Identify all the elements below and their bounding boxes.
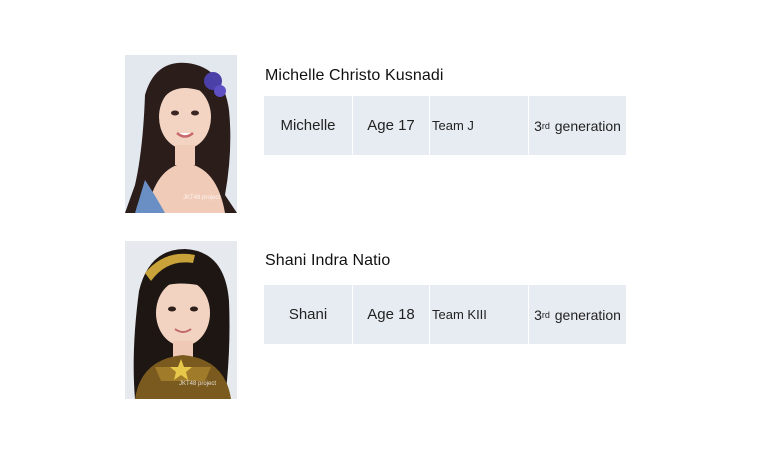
- portrait-image: [125, 241, 237, 399]
- generation-number: 3: [534, 117, 542, 134]
- generation-label: generation: [554, 306, 621, 323]
- member-photo: JKT48 project: [125, 241, 237, 399]
- member-photo: JKT48 project: [125, 55, 237, 213]
- age-cell: Age 17: [353, 96, 430, 155]
- nickname-cell: Shani: [264, 285, 353, 344]
- team-cell: Team J: [430, 96, 529, 155]
- member-full-name: Shani Indra Natio: [265, 252, 391, 269]
- age-cell: Age 18: [353, 285, 430, 344]
- generation-label: generation: [554, 117, 621, 134]
- photo-watermark: JKT48 project: [179, 381, 217, 387]
- member-info-row: Michelle Age 17 Team J 3rd generation: [264, 96, 626, 155]
- generation-number: 3: [534, 306, 542, 323]
- generation-cell: 3rd generation: [529, 96, 626, 155]
- generation-suffix: rd: [541, 120, 550, 131]
- member-info-row: Shani Age 18 Team KIII 3rd generation: [264, 285, 626, 344]
- generation-suffix: rd: [541, 309, 550, 320]
- team-cell: Team KIII: [430, 285, 529, 344]
- member-full-name: Michelle Christo Kusnadi: [265, 67, 444, 84]
- portrait-image: [125, 55, 237, 213]
- photo-watermark: JKT48 project: [183, 195, 221, 201]
- generation-cell: 3rd generation: [529, 285, 626, 344]
- nickname-cell: Michelle: [264, 96, 353, 155]
